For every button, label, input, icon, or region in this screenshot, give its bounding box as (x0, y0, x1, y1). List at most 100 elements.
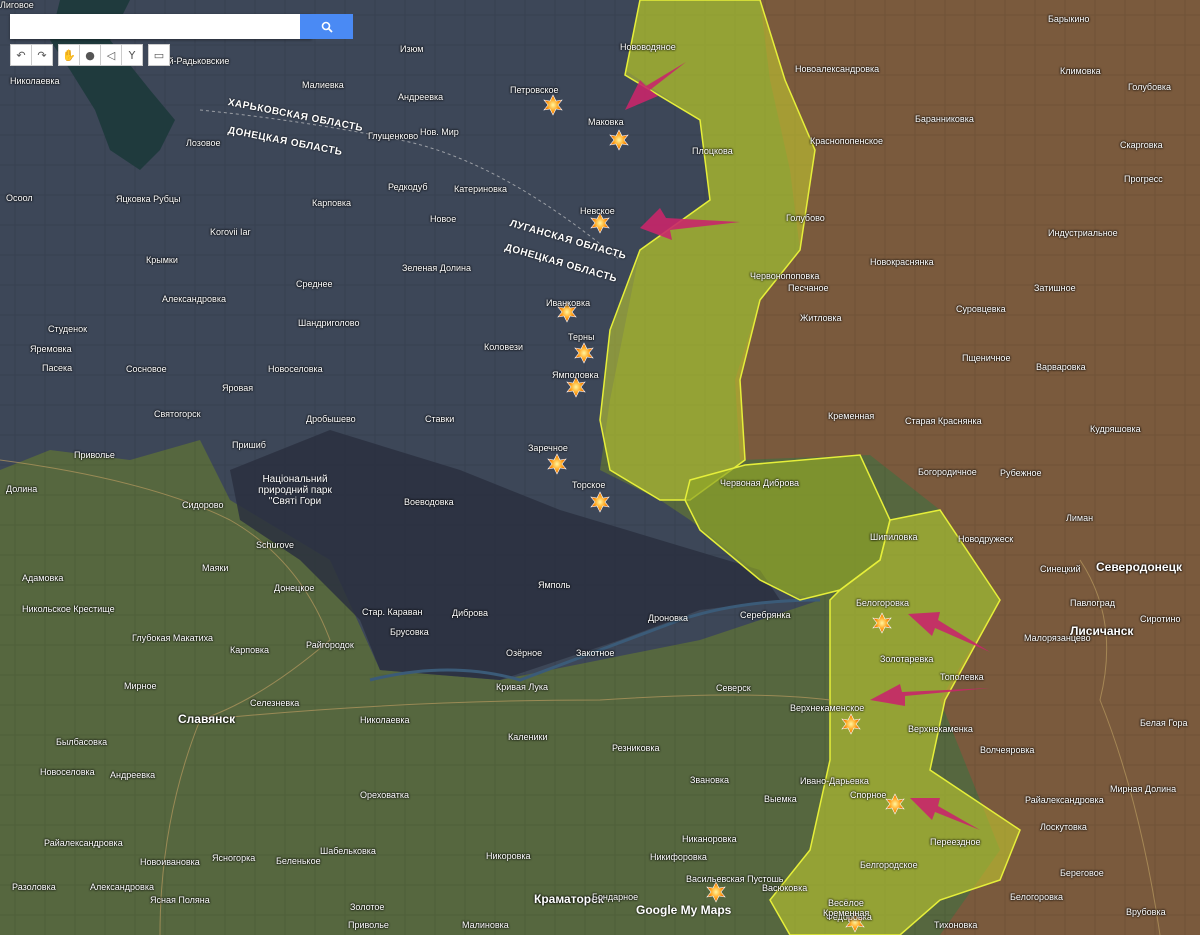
place-label: Беленькое (276, 856, 321, 866)
place-label: Никольское Крестище (22, 604, 115, 614)
place-label: Новоивановка (140, 857, 200, 867)
place-label: Карповка (312, 198, 352, 208)
place-label: Николаевка (360, 715, 410, 725)
place-label: Тополевка (940, 672, 984, 682)
place-label: Никифоровка (650, 852, 707, 862)
place-label: Korovii Iar (210, 227, 251, 237)
place-label: Ореховатка (360, 790, 409, 800)
place-label: Житловка (800, 313, 842, 323)
place-label: Николаевка (10, 76, 60, 86)
place-label: Закотное (576, 648, 615, 658)
place-label: Тихоновка (934, 920, 978, 930)
place-label: Диброва (452, 608, 488, 618)
place-label: Звановка (690, 775, 730, 785)
search-input[interactable] (10, 14, 312, 39)
place-label: Стар. Караван (362, 607, 423, 617)
place-label: Суровцевка (956, 304, 1006, 314)
place-label: Донецкое (274, 583, 315, 593)
place-label: Серебрянка (740, 610, 791, 620)
place-label: Краснопопенское (810, 136, 884, 146)
place-label: Иванковка (546, 298, 591, 308)
undo-icon: ↶ (16, 48, 26, 62)
place-label: Верхнекаменка (908, 724, 973, 734)
search-button[interactable] (300, 14, 353, 39)
place-label: Приволье (74, 450, 115, 460)
place-label: Сосновое (126, 364, 167, 374)
place-label: Приволье (348, 920, 389, 930)
place-label: Климовка (1060, 66, 1101, 76)
place-label: Варваровка (1036, 362, 1086, 372)
place-label: Голубово (786, 213, 825, 223)
place-label: Белая Гора (1140, 718, 1188, 728)
place-label: Яровая (222, 383, 254, 393)
marker-icon: ● (85, 48, 95, 62)
place-label: Селезневка (250, 698, 300, 708)
park-label: Національний природний парк "Святі Гори (258, 474, 332, 507)
place-label: Барыкино (1048, 14, 1090, 24)
place-label: Зеленая Долина (402, 263, 472, 273)
place-label: Кременная (828, 411, 875, 421)
place-label: Богородичное (918, 467, 977, 477)
place-label: Долина (6, 484, 38, 494)
undo-tool-button[interactable]: ↶ (10, 44, 32, 66)
place-label: Старая Краснянка (905, 416, 982, 426)
place-label: Сидорово (182, 500, 224, 510)
place-label: Озёрное (506, 648, 543, 658)
place-label: Новоалександровка (795, 64, 880, 74)
place-label: Мирная Долина (1110, 784, 1177, 794)
place-label: Лиман (1066, 513, 1094, 523)
place-label: Коловези (484, 342, 524, 352)
place-label: Ямполь (538, 580, 571, 590)
place-label: Ясная Поляна (150, 895, 210, 905)
place-label: Яцковка Рубцы (116, 194, 181, 204)
place-label: Песчаное (788, 283, 829, 293)
place-label: Пришиб (232, 440, 266, 450)
place-label: Мирное (124, 681, 157, 691)
place-label: Малиновка (462, 920, 509, 930)
ruler-tool-button[interactable]: ▭ (148, 44, 170, 66)
place-label: Пщеничное (962, 353, 1011, 363)
place-label: Верхнекаменское (790, 703, 865, 713)
polygon-tool-button[interactable]: ◁ (100, 44, 122, 66)
place-label: Нов. Мир (420, 127, 459, 137)
place-label: Яремовка (30, 344, 72, 354)
place-label: Индустриальное (1048, 228, 1118, 238)
place-label: Малорязанцево (1024, 633, 1091, 643)
polygon-icon: ◁ (106, 48, 116, 62)
place-label: Павлоград (1070, 598, 1115, 608)
redo-tool-button[interactable]: ↷ (31, 44, 53, 66)
place-label: Малиевка (302, 80, 344, 90)
place-label: Schurove (256, 540, 295, 550)
place-label: Выемка (764, 794, 797, 804)
place-label: Белогоровка (856, 598, 909, 608)
place-label: Лиговое (0, 0, 34, 10)
route-tool-button[interactable]: Y (121, 44, 143, 66)
place-label: Катериновка (454, 184, 508, 194)
place-label: Никоровка (486, 851, 531, 861)
place-label: Брусовка (390, 627, 429, 637)
place-label: Ямполовка (552, 370, 599, 380)
map-watermark: Google My Maps (636, 903, 732, 917)
route-icon: Y (128, 48, 136, 62)
place-label: Ставки (425, 414, 455, 424)
place-label: Плоцкова (692, 146, 733, 156)
place-label: Лоскутовка (1040, 822, 1087, 832)
place-label: Славянск (178, 712, 236, 726)
place-label: Глубокая Макатиха (132, 633, 213, 643)
place-label: Никаноровка (682, 834, 737, 844)
hand-tool-button[interactable]: ✋ (58, 44, 80, 66)
place-label: Затишное (1034, 283, 1076, 293)
place-label: Дроновка (648, 613, 689, 623)
tool-buttons: ↶ ↷ ✋ ● ◁ Y ▭ (10, 44, 170, 66)
place-label: Северодонецк (1096, 560, 1182, 574)
place-label: Червонопоповка (750, 271, 820, 281)
place-label: Изюм (400, 44, 424, 54)
place-label: Новодружеск (958, 534, 1014, 544)
place-label: Петровское (510, 85, 559, 95)
place-label: Баранниковка (915, 114, 974, 124)
place-label: Шандриголово (298, 318, 360, 328)
place-label: Пасека (42, 363, 73, 373)
place-label: Адамовка (22, 573, 64, 583)
place-label: Редкодуб (388, 182, 428, 192)
marker-tool-button[interactable]: ● (79, 44, 101, 66)
